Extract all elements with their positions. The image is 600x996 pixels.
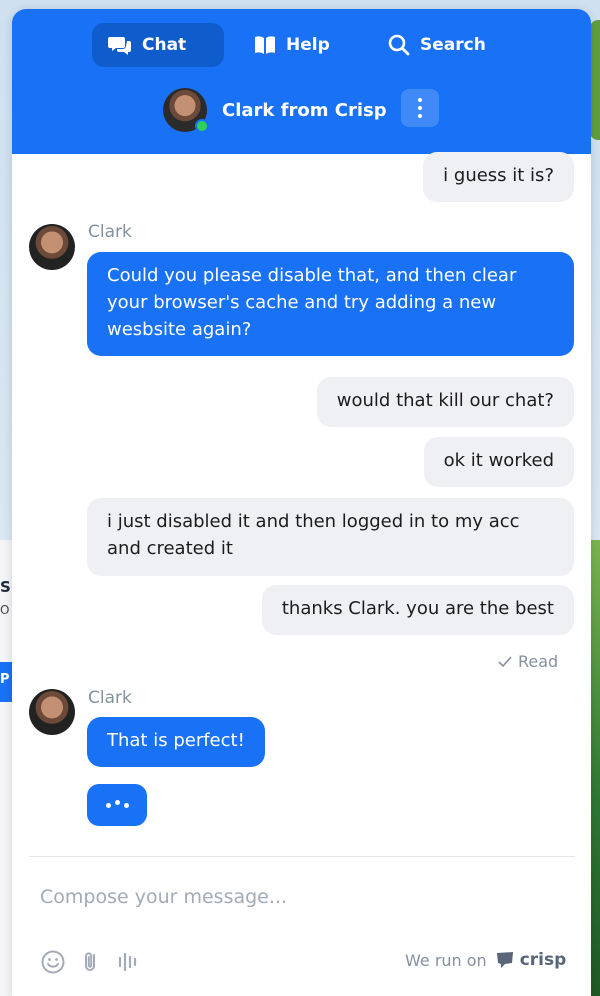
typing-dot [123, 802, 129, 808]
tab-search-label: Search [420, 35, 486, 55]
operator-info: Clark from Crisp [163, 87, 387, 133]
composer-divider [29, 856, 575, 857]
header-nav: Chat Help Search [12, 23, 591, 67]
chat-icon [108, 37, 131, 55]
user-message: thanks Clark. you are the best [261, 585, 574, 635]
powered-by[interactable]: We run on crisp [405, 950, 566, 970]
crisp-logo: crisp [495, 950, 567, 970]
audio-recording-icon[interactable] [115, 949, 141, 975]
background-plant-leaf [590, 20, 600, 140]
checkmark-icon [498, 655, 512, 667]
powered-by-label: We run on [405, 950, 487, 970]
compose-message-input[interactable] [40, 882, 560, 912]
chat-header: Chat Help Search Clark from Crisp [12, 9, 591, 154]
operator-message-avatar [29, 224, 75, 270]
tab-chat-label: Chat [142, 35, 187, 55]
user-message: i guess it is? [423, 152, 574, 202]
typing-dot [105, 802, 111, 808]
user-message: ok it worked [423, 437, 574, 487]
operator-message: That is perfect! [87, 717, 265, 767]
background-heading-fragment: S [0, 578, 11, 596]
background-button-fragment: P [0, 662, 12, 702]
read-status-label: Read [518, 652, 559, 671]
online-status-dot [195, 119, 209, 133]
user-message: would that kill our chat? [316, 377, 574, 427]
tab-help[interactable]: Help [238, 23, 346, 67]
typing-dot [114, 799, 120, 805]
crisp-chat-bubble-icon [496, 952, 513, 968]
more-options-button[interactable] [401, 89, 439, 127]
tab-help-label: Help [286, 35, 330, 55]
book-icon [255, 36, 275, 54]
read-receipt: Read [498, 652, 558, 671]
tab-search[interactable]: Search [372, 23, 502, 67]
attachment-icon[interactable] [78, 949, 104, 975]
operator-message: Could you please disable that, and then … [87, 252, 574, 356]
crisp-brand-name: crisp [519, 950, 567, 970]
search-icon [388, 34, 410, 56]
more-dot-icon [418, 98, 422, 102]
operator-avatar [163, 88, 209, 133]
tab-chat[interactable]: Chat [92, 23, 224, 67]
emoji-icon[interactable] [40, 949, 66, 975]
operator-name: Clark from Crisp [222, 99, 387, 121]
chat-widget: Chat Help Search Clark from Crisp i gues… [12, 9, 591, 996]
typing-indicator [87, 784, 147, 826]
operator-message-avatar [29, 689, 75, 735]
background-text-fragment: O [0, 603, 10, 617]
message-sender: Clark [88, 222, 132, 242]
message-sender: Clark [88, 688, 132, 708]
more-dot-icon [418, 114, 422, 118]
message-list: i guess it is? Clark Could you please di… [12, 152, 591, 859]
user-message: i just disabled it and then logged in to… [87, 498, 574, 576]
more-dot-icon [418, 106, 422, 110]
